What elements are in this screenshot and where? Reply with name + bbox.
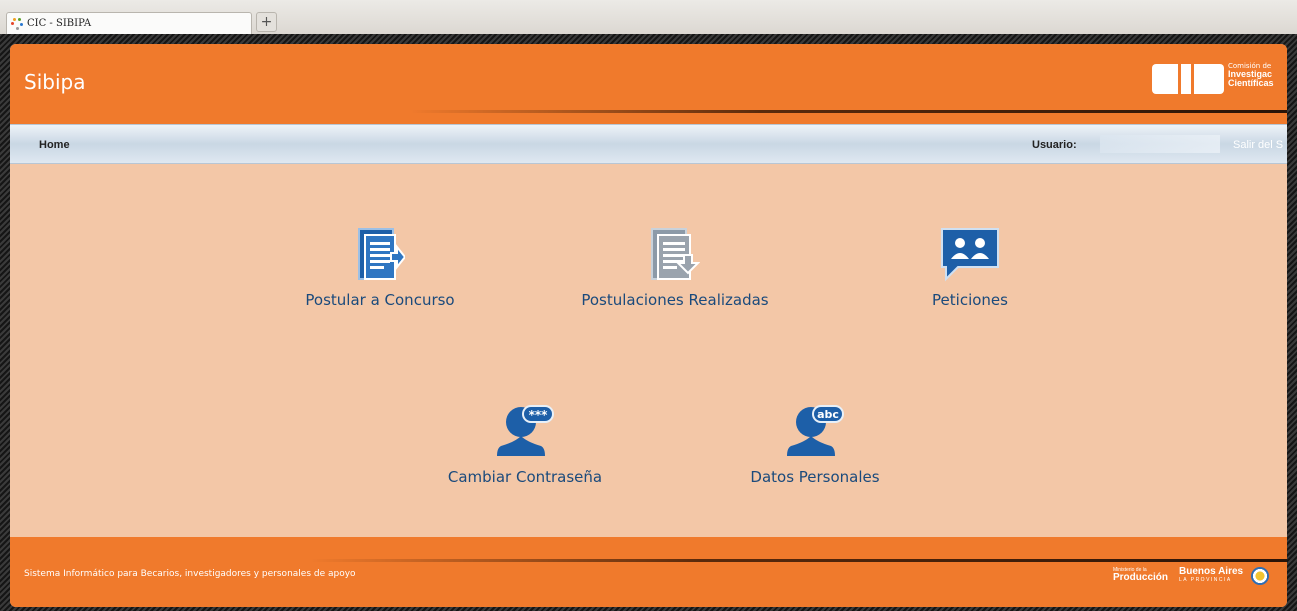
user-password-icon: *** <box>497 405 554 456</box>
ministerio-produccion-logo: Ministerio de la Producción <box>1113 567 1169 583</box>
menu-datos-personales[interactable]: abc Datos Personales <box>750 402 880 486</box>
browser-tab-strip: CIC - SIBIPA + <box>0 0 1297 34</box>
footer: Sistema Informático para Becarios, inves… <box>10 537 1287 607</box>
abc-badge: abc <box>817 408 839 421</box>
cic-logo: Comisión de Investigac Científicas <box>1152 62 1287 98</box>
user-abc-icon: abc <box>787 405 844 456</box>
menu-postulaciones-realizadas-label: Postulaciones Realizadas <box>581 291 769 309</box>
user-value <box>1100 135 1220 153</box>
browser-tab-title: CIC - SIBIPA <box>27 18 92 29</box>
menu-datos-personales-label: Datos Personales <box>750 468 880 486</box>
documents-download-icon <box>651 228 700 280</box>
buenos-aires-logo: Buenos Aires LA PROVINCIA <box>1179 566 1244 584</box>
app-title: Sibipa <box>24 70 86 94</box>
user-label: Usuario: <box>1032 139 1077 151</box>
new-tab-button[interactable]: + <box>256 12 277 32</box>
sponsor-logos: Ministerio de la Producción Buenos Aires… <box>1113 567 1283 589</box>
page: Sibipa Comisión de Investigac Científica… <box>10 44 1287 607</box>
logout-link[interactable]: Salir del S <box>1233 139 1283 151</box>
document-arrow-icon <box>358 228 405 280</box>
footer-note: Sistema Informático para Becarios, inves… <box>24 569 356 579</box>
menu-postular-concurso[interactable]: Postular a Concurso <box>300 225 460 309</box>
header: Sibipa Comisión de Investigac Científica… <box>10 44 1287 124</box>
menu-peticiones[interactable]: Peticiones <box>910 225 1030 309</box>
cic-logo-text: Comisión de Investigac Científicas <box>1228 62 1274 88</box>
menu-postulaciones-realizadas[interactable]: Postulaciones Realizadas <box>575 225 775 309</box>
footer-divider <box>310 559 1287 562</box>
home-link[interactable]: Home <box>39 139 70 151</box>
province-seal-icon <box>1251 567 1269 585</box>
header-divider <box>410 110 1287 113</box>
password-badge: *** <box>529 408 549 422</box>
menu-cambiar-contrasena[interactable]: *** Cambiar Contraseña <box>440 402 610 486</box>
browser-tab[interactable]: CIC - SIBIPA <box>6 12 252 34</box>
menu-peticiones-label: Peticiones <box>932 291 1008 309</box>
chat-people-icon <box>941 228 999 282</box>
menu-cambiar-contrasena-label: Cambiar Contraseña <box>447 468 603 486</box>
cic-logo-mark <box>1152 64 1224 94</box>
menu-postular-concurso-label: Postular a Concurso <box>305 291 455 309</box>
nav-bar: Home Usuario: Salir del S <box>10 124 1287 164</box>
loading-icon <box>11 17 23 30</box>
